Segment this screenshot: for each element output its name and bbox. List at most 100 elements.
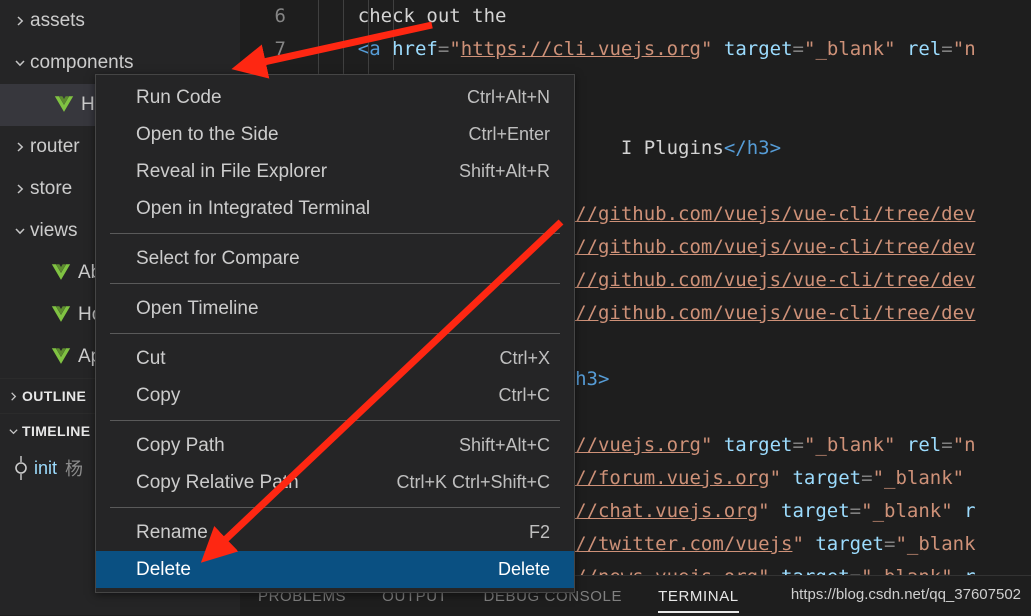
code-token-attr: rel bbox=[906, 434, 942, 456]
vue-file-icon bbox=[53, 95, 75, 115]
menu-item-label: Rename bbox=[136, 521, 208, 543]
menu-item-copy[interactable]: Copy Ctrl+C bbox=[96, 377, 574, 414]
code-token-string: " bbox=[769, 467, 782, 489]
menu-item-label: Run Code bbox=[136, 86, 222, 108]
code-token-link[interactable]: https://cli.vuejs.org bbox=[461, 38, 701, 60]
menu-item-reveal-in-file-explorer[interactable]: Reveal in File Explorer Shift+Alt+R bbox=[96, 153, 574, 190]
tree-item-label: components bbox=[30, 52, 134, 73]
menu-item-label: Open to the Side bbox=[136, 123, 279, 145]
menu-item-shortcut: Shift+Alt+R bbox=[458, 161, 550, 181]
menu-item-cut[interactable]: Cut Ctrl+X bbox=[96, 340, 574, 377]
menu-item-label: Copy bbox=[136, 384, 181, 406]
menu-item-open-to-the-side[interactable]: Open to the Side Ctrl+Enter bbox=[96, 116, 574, 153]
tree-item-label: views bbox=[30, 220, 78, 241]
menu-separator bbox=[110, 333, 560, 334]
chevron-right-icon bbox=[10, 15, 30, 27]
menu-item-copy-path[interactable]: Copy Path Shift+Alt+C bbox=[96, 427, 574, 464]
code-token-attr: r bbox=[964, 566, 975, 575]
outline-label: OUTLINE bbox=[22, 388, 87, 404]
code-token-link[interactable]: ttps://github.com/vuejs/vue-cli/tree/dev bbox=[518, 269, 976, 291]
menu-item-label: Copy Relative Path bbox=[136, 471, 299, 493]
code-token-string: "_blank bbox=[895, 533, 976, 555]
code-line: 7 <a href="https://cli.vuejs.org" target… bbox=[240, 33, 1031, 66]
code-token-string: "n bbox=[952, 434, 976, 456]
menu-item-shortcut: Shift+Alt+C bbox=[458, 435, 550, 455]
code-token-link[interactable]: ttps://github.com/vuejs/vue-cli/tree/dev bbox=[518, 302, 976, 324]
menu-item-label: Cut bbox=[136, 347, 166, 369]
code-token-string: " bbox=[758, 500, 770, 522]
menu-item-label: Delete bbox=[136, 558, 191, 580]
code-token-link[interactable]: ttps://github.com/vuejs/vue-cli/tree/dev bbox=[518, 203, 976, 225]
code-line-content: check out the bbox=[312, 0, 1031, 33]
code-token-attr: r bbox=[964, 500, 976, 522]
code-token-attr: target bbox=[781, 566, 850, 575]
menu-item-rename[interactable]: Rename F2 bbox=[96, 514, 574, 551]
menu-item-open-in-integrated-terminal[interactable]: Open in Integrated Terminal bbox=[96, 190, 574, 227]
code-token-string: " bbox=[792, 533, 804, 555]
tree-item-assets[interactable]: assets bbox=[0, 0, 240, 42]
code-token-attr: target bbox=[781, 500, 850, 522]
code-token-string: " bbox=[701, 38, 713, 60]
chevron-down-icon bbox=[10, 57, 30, 69]
timeline-entry-author: 杨 bbox=[65, 459, 84, 479]
menu-item-shortcut: F2 bbox=[528, 522, 550, 542]
panel-tab-terminal[interactable]: TERMINAL bbox=[640, 577, 757, 615]
menu-item-shortcut: Ctrl+Alt+N bbox=[466, 87, 550, 107]
code-token-plain: = bbox=[437, 38, 450, 60]
timeline-entry-title: init bbox=[34, 457, 58, 478]
code-token-attr: href bbox=[392, 38, 438, 60]
menu-item-shortcut: Delete bbox=[497, 559, 550, 579]
file-context-menu[interactable]: Run Code Ctrl+Alt+N Open to the Side Ctrl+E… bbox=[95, 74, 575, 593]
code-line-content: <a href="https://cli.vuejs.org" target="… bbox=[312, 33, 1031, 66]
line-number: 7 bbox=[274, 38, 286, 60]
code-token-attr: rel bbox=[906, 38, 942, 60]
chevron-down-icon bbox=[10, 225, 30, 237]
code-token-link[interactable]: ttps://github.com/vuejs/vue-cli/tree/dev bbox=[518, 236, 976, 258]
chevron-right-icon bbox=[10, 183, 30, 195]
menu-separator bbox=[110, 507, 560, 508]
vue-file-icon bbox=[50, 305, 72, 325]
code-token-string: " bbox=[758, 566, 769, 575]
code-token-tag: </h3> bbox=[723, 137, 782, 159]
menu-item-label: Open Timeline bbox=[136, 297, 259, 319]
code-token-attr: target bbox=[792, 467, 862, 489]
menu-item-copy-relative-path[interactable]: Copy Relative Path Ctrl+K Ctrl+Shift+C bbox=[96, 464, 574, 501]
code-token-tag: <a bbox=[357, 38, 381, 60]
code-token-attr: target bbox=[723, 38, 793, 60]
code-line: 6 check out the bbox=[240, 0, 1031, 33]
code-token-text: check out the bbox=[357, 5, 507, 27]
code-token-string: "n bbox=[952, 38, 976, 60]
menu-item-shortcut: Ctrl+K Ctrl+Shift+C bbox=[396, 472, 550, 492]
code-token-plain: = bbox=[849, 500, 862, 522]
menu-item-run-code[interactable]: Run Code Ctrl+Alt+N bbox=[96, 79, 574, 116]
code-token-plain: = bbox=[792, 434, 804, 456]
code-token-attr: target bbox=[815, 533, 884, 555]
code-token-plain: = bbox=[941, 38, 953, 60]
tree-item-label: store bbox=[30, 178, 73, 199]
code-token-string: "_blank" bbox=[872, 467, 965, 489]
menu-item-shortcut: Ctrl+C bbox=[498, 385, 550, 405]
line-number: 6 bbox=[274, 5, 286, 27]
menu-item-label: Copy Path bbox=[136, 434, 225, 456]
code-token-string: "_blank" bbox=[861, 566, 953, 575]
timeline-label: TIMELINE bbox=[22, 423, 91, 439]
menu-item-select-for-compare[interactable]: Select for Compare bbox=[96, 240, 574, 277]
code-token-string: "_blank" bbox=[861, 500, 953, 522]
menu-item-label: Open in Integrated Terminal bbox=[136, 197, 371, 219]
menu-separator bbox=[110, 283, 560, 284]
code-token-plain: = bbox=[941, 434, 953, 456]
menu-item-delete[interactable]: Delete Delete bbox=[96, 551, 574, 588]
git-commit-icon bbox=[8, 456, 34, 480]
menu-item-open-timeline[interactable]: Open Timeline bbox=[96, 290, 574, 327]
code-token-attr: target bbox=[723, 434, 793, 456]
